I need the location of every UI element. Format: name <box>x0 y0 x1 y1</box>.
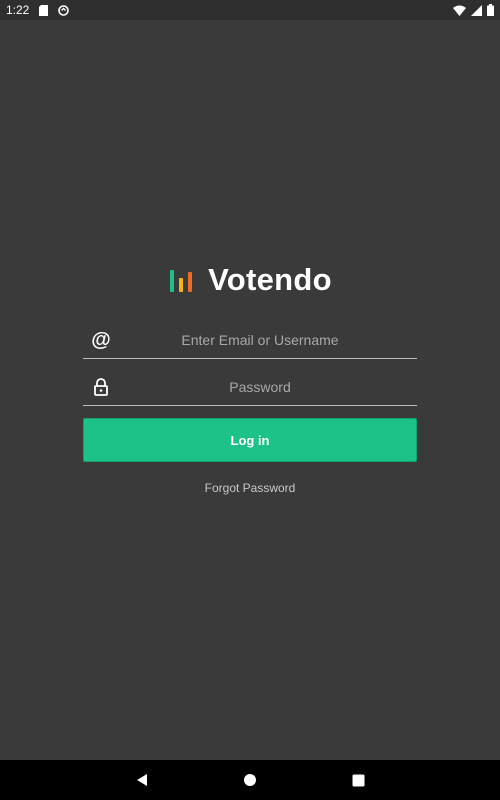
app-logo: Votendo <box>0 262 500 298</box>
votendo-logo-icon <box>168 266 196 294</box>
forgot-password-link[interactable]: Forgot Password <box>0 481 500 495</box>
status-left: 1:22 <box>6 3 70 17</box>
login-button[interactable]: Log in <box>83 418 417 462</box>
battery-icon <box>487 4 494 16</box>
status-right <box>453 4 494 16</box>
at-sign-icon: @ <box>91 328 111 351</box>
wifi-icon <box>453 5 466 16</box>
sync-icon <box>58 4 70 16</box>
login-screen: 1:22 Votendo @ Enter Email or Username L… <box>0 0 500 800</box>
app-name: Votendo <box>208 262 332 297</box>
sd-card-icon <box>39 4 49 16</box>
system-nav-bar <box>0 760 500 800</box>
status-time: 1:22 <box>6 3 30 17</box>
password-field[interactable] <box>83 368 417 406</box>
back-icon[interactable] <box>132 770 152 790</box>
password-input[interactable] <box>83 368 417 405</box>
status-bar: 1:22 <box>0 0 500 20</box>
home-icon[interactable] <box>240 770 260 790</box>
email-field[interactable]: @ <box>83 321 417 359</box>
signal-icon <box>471 4 482 16</box>
recents-icon[interactable] <box>348 770 368 790</box>
lock-icon <box>91 377 111 397</box>
email-input[interactable] <box>83 321 417 358</box>
